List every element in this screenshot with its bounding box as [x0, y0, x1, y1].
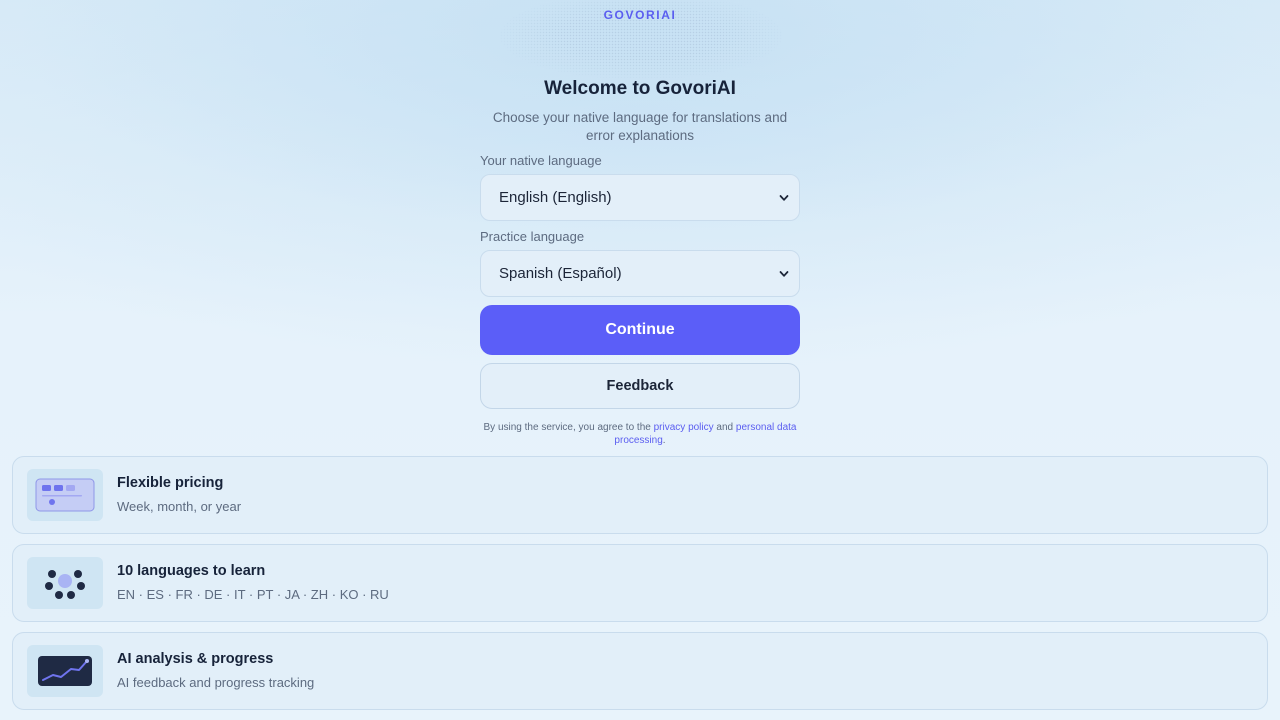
legal-and: and — [716, 422, 734, 433]
progress-chart-icon — [38, 656, 92, 686]
languages-globe-icon — [45, 570, 85, 599]
feature-description: EN · ES · FR · DE · IT · PT · JA · ZH · … — [117, 587, 389, 602]
native-language-label: Your native language — [480, 153, 602, 168]
feature-card-languages: 10 languages to learn EN · ES · FR · DE … — [12, 544, 1268, 622]
practice-language-label: Practice language — [480, 229, 585, 244]
native-language-select[interactable]: English (English) — [480, 174, 800, 221]
feature-thumbnail — [27, 557, 103, 609]
native-language-value: English (English) — [499, 189, 612, 206]
feedback-button[interactable]: Feedback — [480, 363, 800, 409]
practice-language-value: Spanish (Español) — [499, 265, 622, 282]
legal-notice: By using the service, you agree to the p… — [480, 421, 800, 447]
feature-thumbnail — [27, 645, 103, 697]
feature-description: Week, month, or year — [117, 499, 242, 514]
page-subtitle: Choose your native language for translat… — [492, 110, 788, 143]
feature-card-ai-progress: AI analysis & progress AI feedback and p… — [12, 632, 1268, 710]
brand-logo-text: GOVORIAI — [603, 8, 677, 22]
practice-language-select[interactable]: Spanish (Español) — [480, 250, 800, 297]
legal-suffix: . — [662, 435, 666, 446]
feature-title: AI analysis & progress — [117, 651, 274, 667]
feature-thumbnail — [27, 469, 103, 521]
feature-title: Flexible pricing — [117, 475, 224, 491]
continue-button[interactable]: Continue — [480, 305, 800, 355]
feature-card-pricing: Flexible pricing Week, month, or year — [12, 456, 1268, 534]
pricing-cards-icon — [35, 478, 95, 512]
chevron-down-icon — [779, 270, 789, 277]
privacy-policy-link[interactable]: privacy policy — [654, 422, 714, 433]
page-title: Welcome to GovoriAI — [544, 78, 736, 99]
feature-description: AI feedback and progress tracking — [117, 675, 315, 690]
legal-prefix: By using the service, you agree to the — [483, 422, 651, 433]
chevron-down-icon — [779, 194, 789, 201]
feature-title: 10 languages to learn — [117, 563, 266, 579]
